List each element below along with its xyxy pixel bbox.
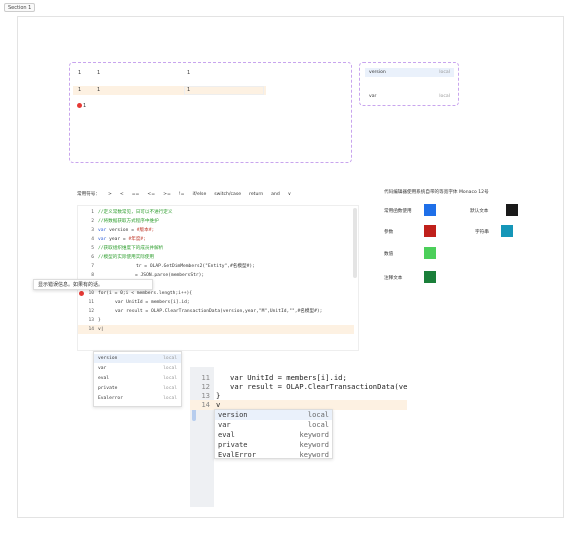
symbol-button[interactable]: == [132, 192, 140, 197]
line-number: 1 [78, 87, 82, 93]
suggestion-panel: version local var local [359, 62, 459, 106]
section-tab[interactable]: Section 1 [4, 3, 36, 12]
autocomplete-item[interactable]: EvalError keyword [215, 450, 332, 460]
legend-label: 常用函数使用 [384, 209, 412, 214]
code-line-error: 10 for(i = 0;i < members.length;i++){ [78, 289, 348, 298]
color-swatch [424, 247, 436, 259]
autocomplete-item[interactable]: private local [94, 384, 181, 393]
suggestion-type: local [439, 70, 450, 75]
line-number: 1 [83, 103, 87, 109]
cell-value: 1 [97, 87, 101, 93]
autocomplete-item[interactable]: version local [215, 410, 332, 420]
zoomed-autocomplete-popup: version local var local eval keyword privat… [214, 409, 333, 459]
suggestion-item[interactable]: version local [365, 68, 454, 77]
code-line: 1//定义常数常见，日可以不进行定义 [91, 210, 173, 215]
suggestion-item[interactable]: var local [365, 92, 454, 101]
error-icon [77, 103, 82, 108]
color-swatch [424, 225, 436, 237]
autocomplete-item[interactable]: eval keyword [215, 430, 332, 440]
panel-row: 1 1 1 [78, 69, 348, 78]
syntax-color-legend: 代码编辑器使用系统自带的等宽字体 Monaco 12号 常用函数使用 默认文本 … [384, 189, 524, 299]
error-row: 1 [77, 102, 86, 111]
symbol-button[interactable]: <= [147, 192, 155, 197]
editor-scrollbar[interactable] [353, 208, 357, 278]
legend-label: 参数 [384, 230, 394, 235]
legend-label: 字符串 [475, 230, 489, 235]
cell-value: 1 [187, 70, 191, 76]
autocomplete-popup: version local var local eval local private l… [93, 351, 182, 407]
error-tooltip: 显示错误信息。如果有的话。 [33, 279, 153, 290]
code-line: 6//模型的实际使用实际使用 [91, 255, 155, 260]
symbol-button[interactable]: > [108, 192, 112, 197]
symbol-button[interactable]: >= [163, 192, 171, 197]
autocomplete-item[interactable]: var local [215, 420, 332, 430]
autocomplete-item[interactable]: private keyword [215, 440, 332, 450]
symbol-button[interactable]: and [271, 192, 280, 197]
legend-title: 代码编辑器使用系统自带的等宽字体 Monaco 12号 [384, 190, 489, 195]
code-line: 7 tr = OLAP.GetDimMembers2("Entity",#名模型#… [91, 264, 255, 269]
symbol-button[interactable]: return [249, 192, 263, 197]
suggestion-label: version [369, 70, 386, 75]
code-line-active: 14 v| [78, 325, 354, 334]
autocomplete-item[interactable]: version local [94, 354, 181, 363]
autocomplete-item[interactable]: Evalerror local [94, 394, 181, 403]
symbol-button[interactable]: switch/case [214, 192, 241, 197]
legend-label: 数值 [384, 252, 394, 257]
input-box[interactable] [184, 86, 264, 95]
expand-chevron-icon[interactable]: ∨ [288, 192, 291, 197]
code-line: 11 var UnitId = members[i].id; [88, 300, 190, 305]
autocomplete-item[interactable]: eval local [94, 374, 181, 383]
symbol-toolbar: 常用符号： > < == <= >= != if/else switch/cas… [77, 189, 347, 199]
code-editor[interactable]: 1//定义常数常见，日可以不进行定义 2//将数据获取方式程序中维护 3 var … [77, 205, 359, 351]
suggestion-label: var [369, 94, 377, 99]
code-line: 12 var result = OLAP.ClearTransactionData… [88, 309, 323, 314]
symbol-button[interactable]: if/else [193, 192, 207, 197]
autocomplete-item[interactable]: var local [94, 364, 181, 373]
code-line-panel: 1 1 1 1 1 1 1 [69, 62, 352, 163]
color-swatch [501, 225, 513, 237]
code-line: 13} [88, 318, 101, 323]
line-number: 1 [78, 70, 82, 76]
code-line: 5//获取组织维度下的成员并解析 [91, 246, 164, 251]
color-swatch [424, 271, 436, 283]
legend-label: 注释文本 [384, 276, 403, 281]
suggestion-type: local [439, 94, 450, 99]
code-line: 3 var version = #版本#; [91, 228, 155, 233]
legend-label: 默认文本 [470, 209, 489, 214]
code-line: 2//将数据获取方式程序中维护 [91, 219, 159, 224]
color-swatch [506, 204, 518, 216]
cell-value: 1 [97, 70, 101, 76]
color-swatch [424, 204, 436, 216]
symbol-button[interactable]: < [120, 192, 124, 197]
symbol-button[interactable]: != [179, 192, 185, 197]
code-line: 4 var year = #年度#; [91, 237, 146, 242]
toolbar-label: 常用符号： [77, 192, 100, 197]
